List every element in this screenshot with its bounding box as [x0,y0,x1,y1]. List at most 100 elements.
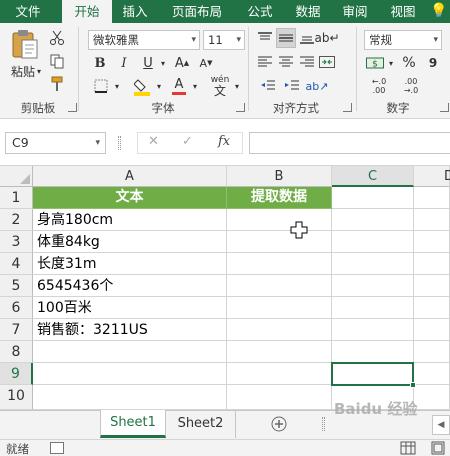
row-header-8[interactable]: 8 [0,341,33,363]
cell-b5[interactable] [227,275,332,297]
row-header-3[interactable]: 3 [0,231,33,253]
sheet-tab-sheet1[interactable]: Sheet1 [100,410,166,438]
tab-review[interactable]: 审阅 [332,0,378,23]
row-header-2[interactable]: 2 [0,209,33,231]
enter-icon[interactable]: ✓ [182,134,193,149]
align-middle-icon[interactable] [276,28,296,48]
cell-c8[interactable] [332,341,414,363]
wrap-text-icon[interactable]: ab↵ [314,29,339,47]
cell-a7[interactable]: 销售额：3211US [33,319,227,341]
row-header-7[interactable]: 7 [0,319,33,341]
orientation-icon[interactable]: ab↗ [306,77,329,95]
cell-a9[interactable] [33,363,227,385]
column-header-a[interactable]: A [33,166,227,187]
cell-d5[interactable] [414,275,450,297]
paste-icon[interactable] [8,27,42,61]
cell-a6[interactable]: 100百米 [33,297,227,319]
currency-icon[interactable]: $ [364,54,386,72]
row-header-6[interactable]: 6 [0,297,33,319]
tab-file[interactable]: 文件 [0,0,56,23]
cell-b10[interactable] [227,385,332,410]
cell-d8[interactable] [414,341,450,363]
align-top-icon[interactable] [256,29,274,47]
chevron-down-icon[interactable]: ▾ [386,54,396,72]
align-right-icon[interactable] [298,53,316,71]
merge-center-icon[interactable] [318,53,336,71]
chevron-down-icon[interactable]: ▾ [154,77,164,95]
chevron-down-icon[interactable]: ▾ [190,77,200,95]
add-sheet-button[interactable] [268,411,290,438]
cell-c2[interactable] [332,209,414,231]
cell-b3[interactable] [227,231,332,253]
sheet-tab-sheet2[interactable]: Sheet2 [166,411,236,438]
column-header-d[interactable]: D [414,166,450,187]
cell-c6[interactable] [332,297,414,319]
align-bottom-icon[interactable] [298,29,316,47]
fill-color-icon[interactable] [132,75,154,97]
number-format-combo[interactable]: 常规 ▾ [364,30,442,50]
cell-d4[interactable] [414,253,450,275]
paste-button[interactable]: 粘贴 ▾ [6,63,46,79]
name-box[interactable]: C9 ▾ [5,132,106,154]
format-painter-icon[interactable] [48,75,66,93]
underline-button[interactable]: U [140,54,156,72]
cell-a1[interactable]: 文本 [33,187,227,209]
cell-b1[interactable]: 提取数据 [227,187,332,209]
cell-d7[interactable] [414,319,450,341]
copy-icon[interactable] [48,52,66,70]
cut-icon[interactable] [48,29,66,47]
column-header-b[interactable]: B [227,166,332,187]
cell-a10[interactable] [33,385,227,410]
cancel-icon[interactable]: ✕ [148,134,159,149]
cell-c7[interactable] [332,319,414,341]
cell-c9-selected[interactable] [331,362,414,386]
tab-data[interactable]: 数据 [284,0,332,23]
insert-function-icon[interactable]: fx [218,134,230,149]
cell-c4[interactable] [332,253,414,275]
font-grow-button[interactable]: A ▲ [172,54,192,72]
cell-d3[interactable] [414,231,450,253]
cell-d1[interactable] [414,187,450,209]
increase-decimal-button[interactable]: ←.0 .00 [366,75,392,97]
tab-home[interactable]: 开始 [62,0,112,23]
percent-button[interactable]: % [400,54,418,72]
align-left-icon[interactable] [256,53,274,71]
font-name-combo[interactable]: 微软雅黑 ▾ [88,30,200,50]
formula-input[interactable] [249,132,450,154]
font-shrink-button[interactable]: A ▼ [196,54,216,72]
increase-indent-icon[interactable] [282,77,302,95]
row-header-10[interactable]: 10 [0,385,33,410]
borders-icon[interactable] [92,77,110,95]
cell-c5[interactable] [332,275,414,297]
number-launcher-icon[interactable] [440,103,449,112]
macro-record-icon[interactable] [50,442,64,454]
tab-splitter-handle[interactable] [322,417,325,431]
clipboard-launcher-icon[interactable] [68,103,77,112]
tab-formulas[interactable]: 公式 [236,0,284,23]
cell-b8[interactable] [227,341,332,363]
cell-c3[interactable] [332,231,414,253]
cell-d6[interactable] [414,297,450,319]
decrease-decimal-button[interactable]: .00 →.0 [398,75,424,97]
select-all-corner[interactable] [0,166,33,187]
cell-b7[interactable] [227,319,332,341]
cell-b2[interactable] [227,209,332,231]
row-header-4[interactable]: 4 [0,253,33,275]
cell-a5[interactable]: 6545436个 [33,275,227,297]
normal-view-icon[interactable] [400,441,416,455]
chevron-down-icon[interactable]: ▾ [112,77,122,95]
cell-c1[interactable] [332,187,414,209]
font-size-combo[interactable]: 11 ▾ [203,30,245,50]
comma-style-button[interactable]: 9 [424,54,442,72]
cell-a8[interactable] [33,341,227,363]
cell-b6[interactable] [227,297,332,319]
cell-a3[interactable]: 体重84kg [33,231,227,253]
alignment-launcher-icon[interactable] [343,103,352,112]
fill-handle[interactable] [410,382,416,388]
cell-d9[interactable] [414,363,450,385]
cell-b4[interactable] [227,253,332,275]
cell-b9[interactable] [227,363,332,385]
splitter-handle[interactable] [118,136,121,150]
decrease-indent-icon[interactable] [258,77,278,95]
tab-view[interactable]: 视图 [380,0,426,23]
